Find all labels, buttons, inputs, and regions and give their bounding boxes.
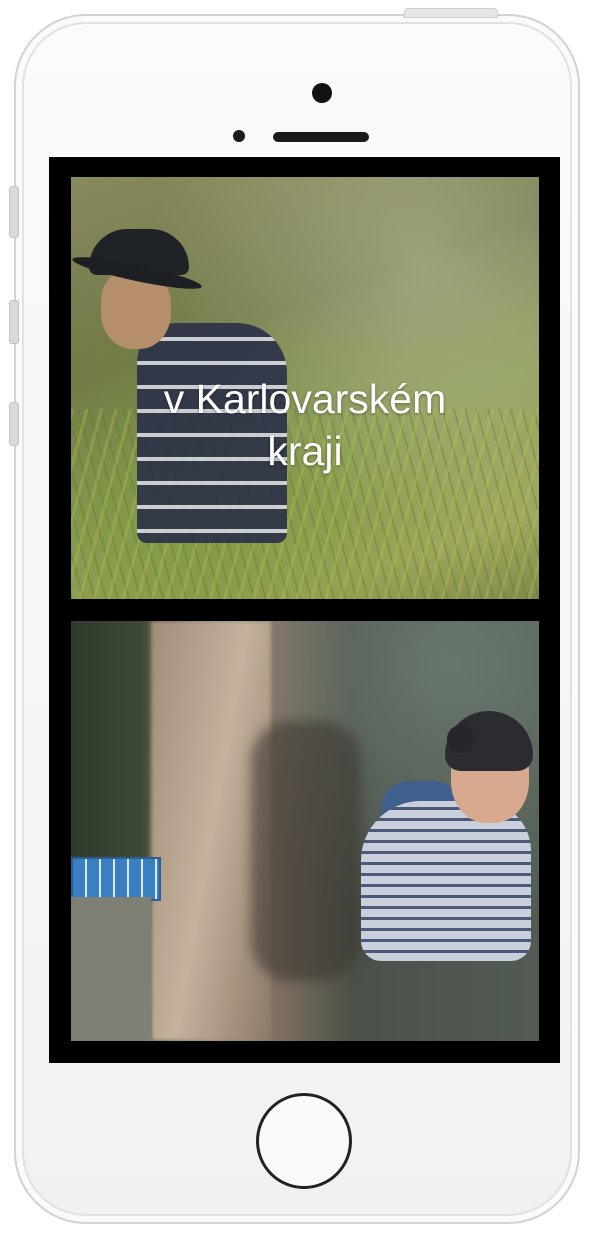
proximity-sensor: [233, 130, 245, 142]
phone-screen: v Karlovarském kraji: [49, 157, 560, 1063]
train-icon: [71, 857, 161, 901]
blurred-climber: [251, 721, 361, 981]
volume-down-button[interactable]: [9, 402, 19, 446]
video-panel-top[interactable]: v Karlovarském kraji: [71, 177, 539, 599]
beanie-pompom: [447, 725, 475, 753]
stone-bridge: [71, 897, 151, 1041]
woman-sweater: [361, 801, 531, 961]
video-panel-bottom[interactable]: [71, 621, 539, 1041]
caption-text: v Karlovarském kraji: [71, 373, 539, 477]
power-button[interactable]: [404, 8, 498, 18]
front-camera: [312, 83, 332, 103]
volume-up-button[interactable]: [9, 300, 19, 344]
home-button[interactable]: [256, 1093, 352, 1189]
mute-switch[interactable]: [9, 186, 19, 238]
earpiece-speaker: [273, 132, 369, 142]
caption-line-2: kraji: [267, 428, 343, 474]
caption-line-1: v Karlovarském: [163, 376, 447, 422]
